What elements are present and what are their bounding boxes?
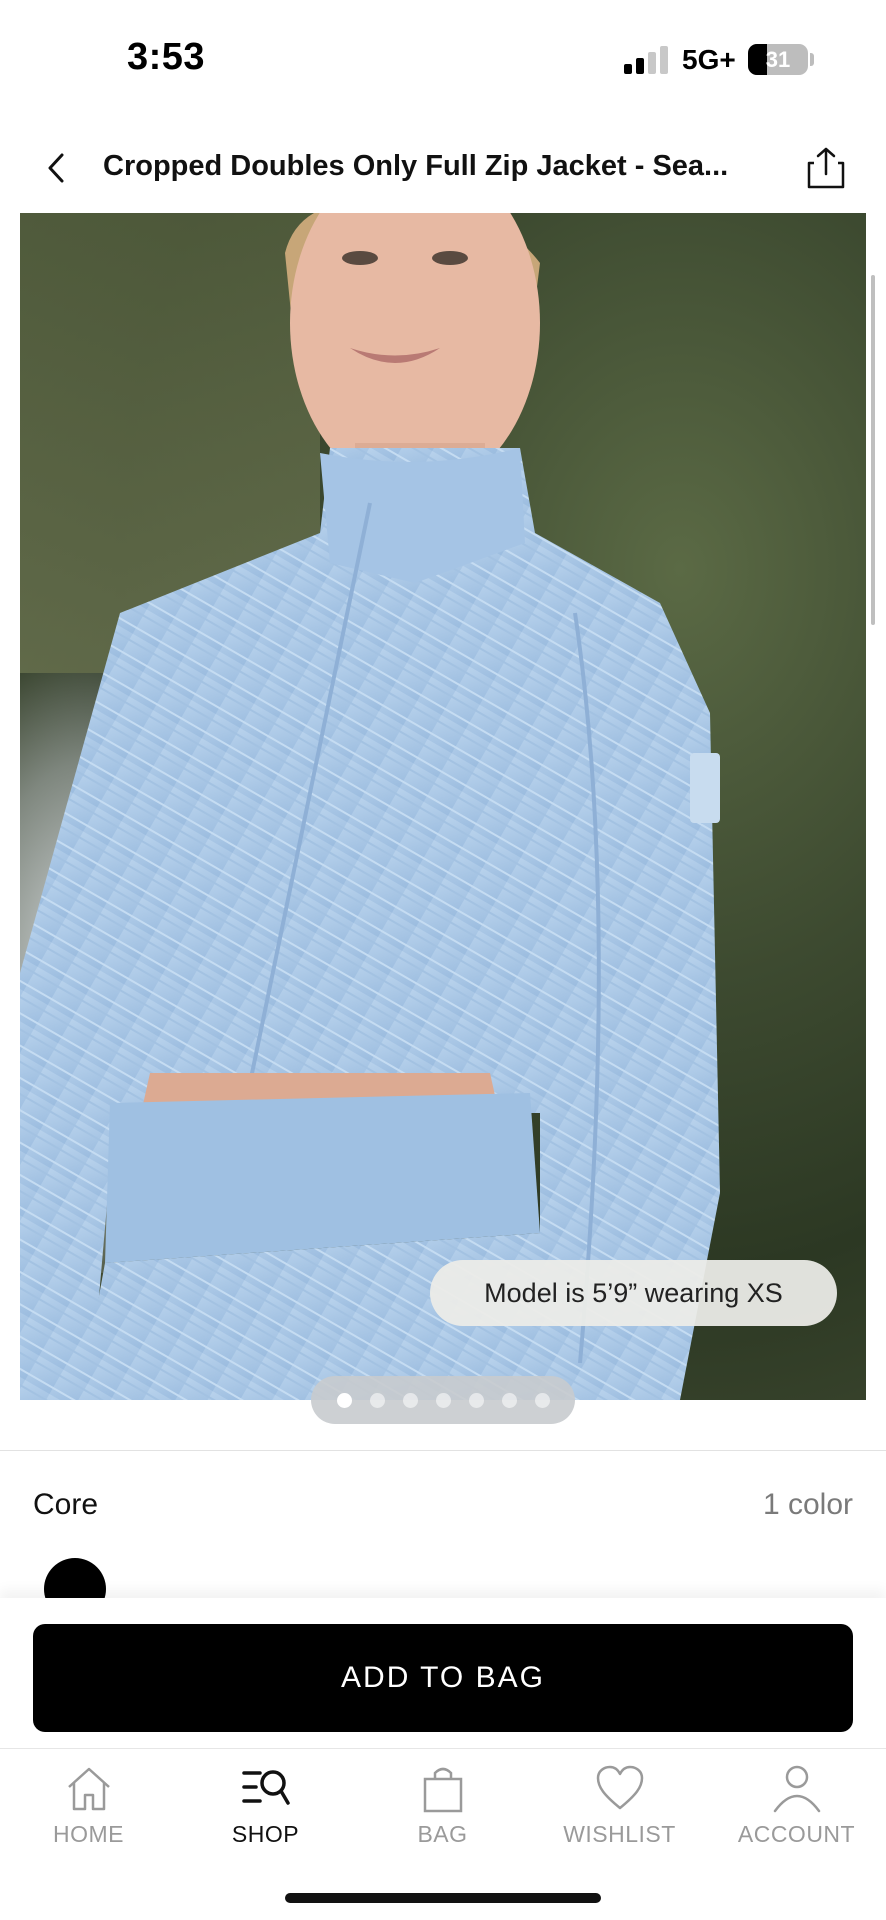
tab-account[interactable]: ACCOUNT	[708, 1749, 885, 1859]
product-header: Cropped Doubles Only Full Zip Jacket - S…	[0, 130, 886, 210]
share-icon	[807, 147, 845, 189]
product-detail-screen: 3:53 5G+ 31 Cropped Doubles Only Full Zi…	[0, 0, 886, 1920]
home-icon	[67, 1767, 110, 1811]
status-bar: 3:53 5G+ 31	[0, 0, 886, 118]
pagination-dot[interactable]	[534, 1392, 550, 1408]
page-title: Cropped Doubles Only Full Zip Jacket - S…	[103, 150, 729, 182]
color-count: 1 color	[762, 1488, 853, 1521]
pagination-dot[interactable]	[336, 1392, 352, 1408]
color-collection-label: Core	[33, 1488, 99, 1521]
pagination-dot[interactable]	[402, 1392, 418, 1408]
image-pagination[interactable]	[311, 1376, 575, 1424]
tab-wishlist[interactable]: WISHLIST	[531, 1749, 708, 1859]
account-icon	[773, 1765, 820, 1813]
model-info-badge: Model is 5’9” wearing XS	[430, 1260, 837, 1326]
signal-strength-icon	[624, 46, 670, 74]
chevron-left-icon	[48, 153, 64, 183]
pagination-dot[interactable]	[369, 1392, 385, 1408]
tab-bar: HOME SHOP BAG WISHLIST ACCOUNT	[0, 1748, 886, 1859]
pagination-dot[interactable]	[501, 1392, 517, 1408]
tab-label: ACCOUNT	[737, 1821, 856, 1847]
tab-label: HOME	[53, 1821, 124, 1847]
tab-home[interactable]: HOME	[0, 1749, 177, 1859]
product-image[interactable]	[20, 213, 866, 1400]
pagination-dot[interactable]	[468, 1392, 484, 1408]
home-indicator	[285, 1893, 601, 1903]
tab-label: BAG	[417, 1821, 468, 1847]
tab-label: SHOP	[231, 1821, 300, 1847]
shop-search-icon	[241, 1770, 290, 1805]
back-button[interactable]	[28, 140, 84, 196]
battery-icon: 31	[748, 44, 808, 75]
tab-bag[interactable]: BAG	[354, 1749, 531, 1859]
network-type: 5G+	[682, 44, 736, 75]
heart-icon	[596, 1765, 643, 1810]
share-button[interactable]	[798, 140, 854, 196]
status-time: 3:53	[127, 36, 206, 78]
scroll-indicator	[871, 275, 875, 625]
tab-label: WISHLIST	[563, 1821, 676, 1847]
add-to-bag-button[interactable]: ADD TO BAG	[33, 1624, 853, 1732]
model-figure-illustration	[20, 213, 720, 1400]
battery-cap	[810, 53, 814, 66]
section-divider	[0, 1450, 886, 1451]
pagination-dot[interactable]	[435, 1392, 451, 1408]
battery-level: 31	[765, 47, 791, 72]
bag-icon	[423, 1767, 462, 1813]
tab-shop[interactable]: SHOP	[177, 1749, 354, 1859]
